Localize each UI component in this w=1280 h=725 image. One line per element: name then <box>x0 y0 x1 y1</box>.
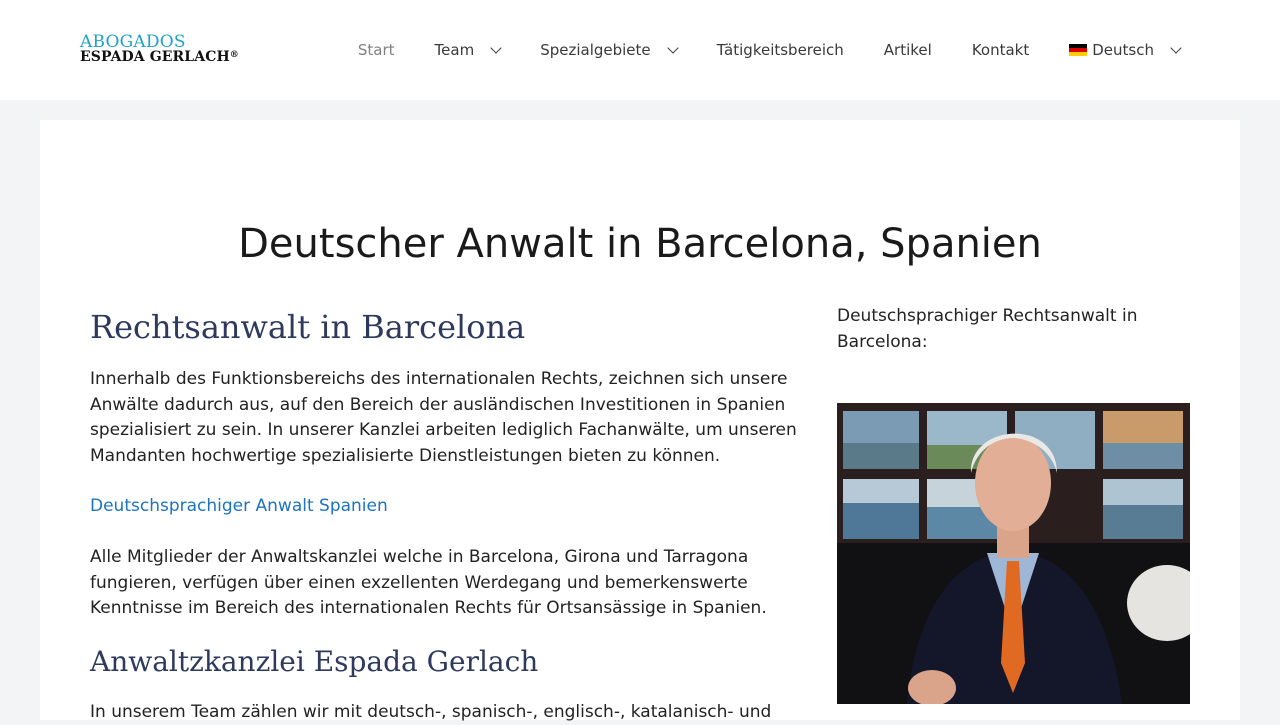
sidebar: Deutschsprachiger Rechtsanwalt in Barcel… <box>837 303 1190 704</box>
lawyer-portrait-image <box>837 403 1190 704</box>
nav-item-artikel[interactable]: Artikel <box>864 0 952 100</box>
site-logo[interactable]: ABOGADOS ESPADA GERLACH® <box>80 32 250 65</box>
nav-label: Start <box>357 41 395 59</box>
nav-label: Team <box>434 41 475 59</box>
nav-label: Tätigkeitsbereich <box>716 41 844 59</box>
section-heading-rechtsanwalt: Rechtsanwalt in Barcelona <box>90 308 526 346</box>
main-content: Rechtsanwalt in Barcelona Innerhalb des … <box>90 305 802 725</box>
nav-label: Deutsch <box>1092 41 1154 59</box>
nav-label: Spezialgebiete <box>540 41 651 59</box>
team-paragraph: Alle Mitglieder der Anwaltskanzlei welch… <box>90 546 767 619</box>
nav-label: Artikel <box>883 41 932 59</box>
nav-item-kontakt[interactable]: Kontakt <box>952 0 1049 100</box>
germany-flag-icon <box>1069 44 1088 56</box>
language-switcher[interactable]: Deutsch <box>1049 0 1200 100</box>
chevron-down-icon <box>490 41 502 54</box>
nav-item-spezialgebiete[interactable]: Spezialgebiete <box>520 0 696 100</box>
logo-bottom-text: ESPADA GERLACH® <box>80 49 239 65</box>
main-navigation: Start Team Spezialgebiete Tätigkeitsbere… <box>338 0 1200 100</box>
section-heading-kanzlei: Anwaltzkanzlei Espada Gerlach <box>90 644 539 678</box>
languages-paragraph: In unserem Team zählen wir mit deutsch-,… <box>90 701 772 722</box>
page-title: Deutscher Anwalt in Barcelona, Spanien <box>238 221 1042 267</box>
sidebar-caption: Deutschsprachiger Rechtsanwalt in Barcel… <box>837 306 1138 352</box>
nav-item-taetigkeitsbereich[interactable]: Tätigkeitsbereich <box>697 0 864 100</box>
nav-item-start[interactable]: Start <box>338 0 415 100</box>
chevron-down-icon <box>666 41 679 54</box>
logo-top-text: ABOGADOS <box>80 32 186 52</box>
registered-mark: ® <box>229 50 239 60</box>
chevron-down-icon <box>1170 41 1182 54</box>
intro-paragraph: Innerhalb des Funktionsbereichs des inte… <box>90 369 797 466</box>
nav-item-team[interactable]: Team <box>415 0 521 100</box>
link-deutschsprachiger-anwalt[interactable]: Deutschsprachiger Anwalt Spanien <box>90 494 388 520</box>
nav-label: Kontakt <box>971 41 1030 59</box>
site-header: ABOGADOS ESPADA GERLACH® Start Team Spez… <box>0 0 1280 100</box>
content-card: Deutscher Anwalt in Barcelona, Spanien R… <box>40 120 1240 722</box>
